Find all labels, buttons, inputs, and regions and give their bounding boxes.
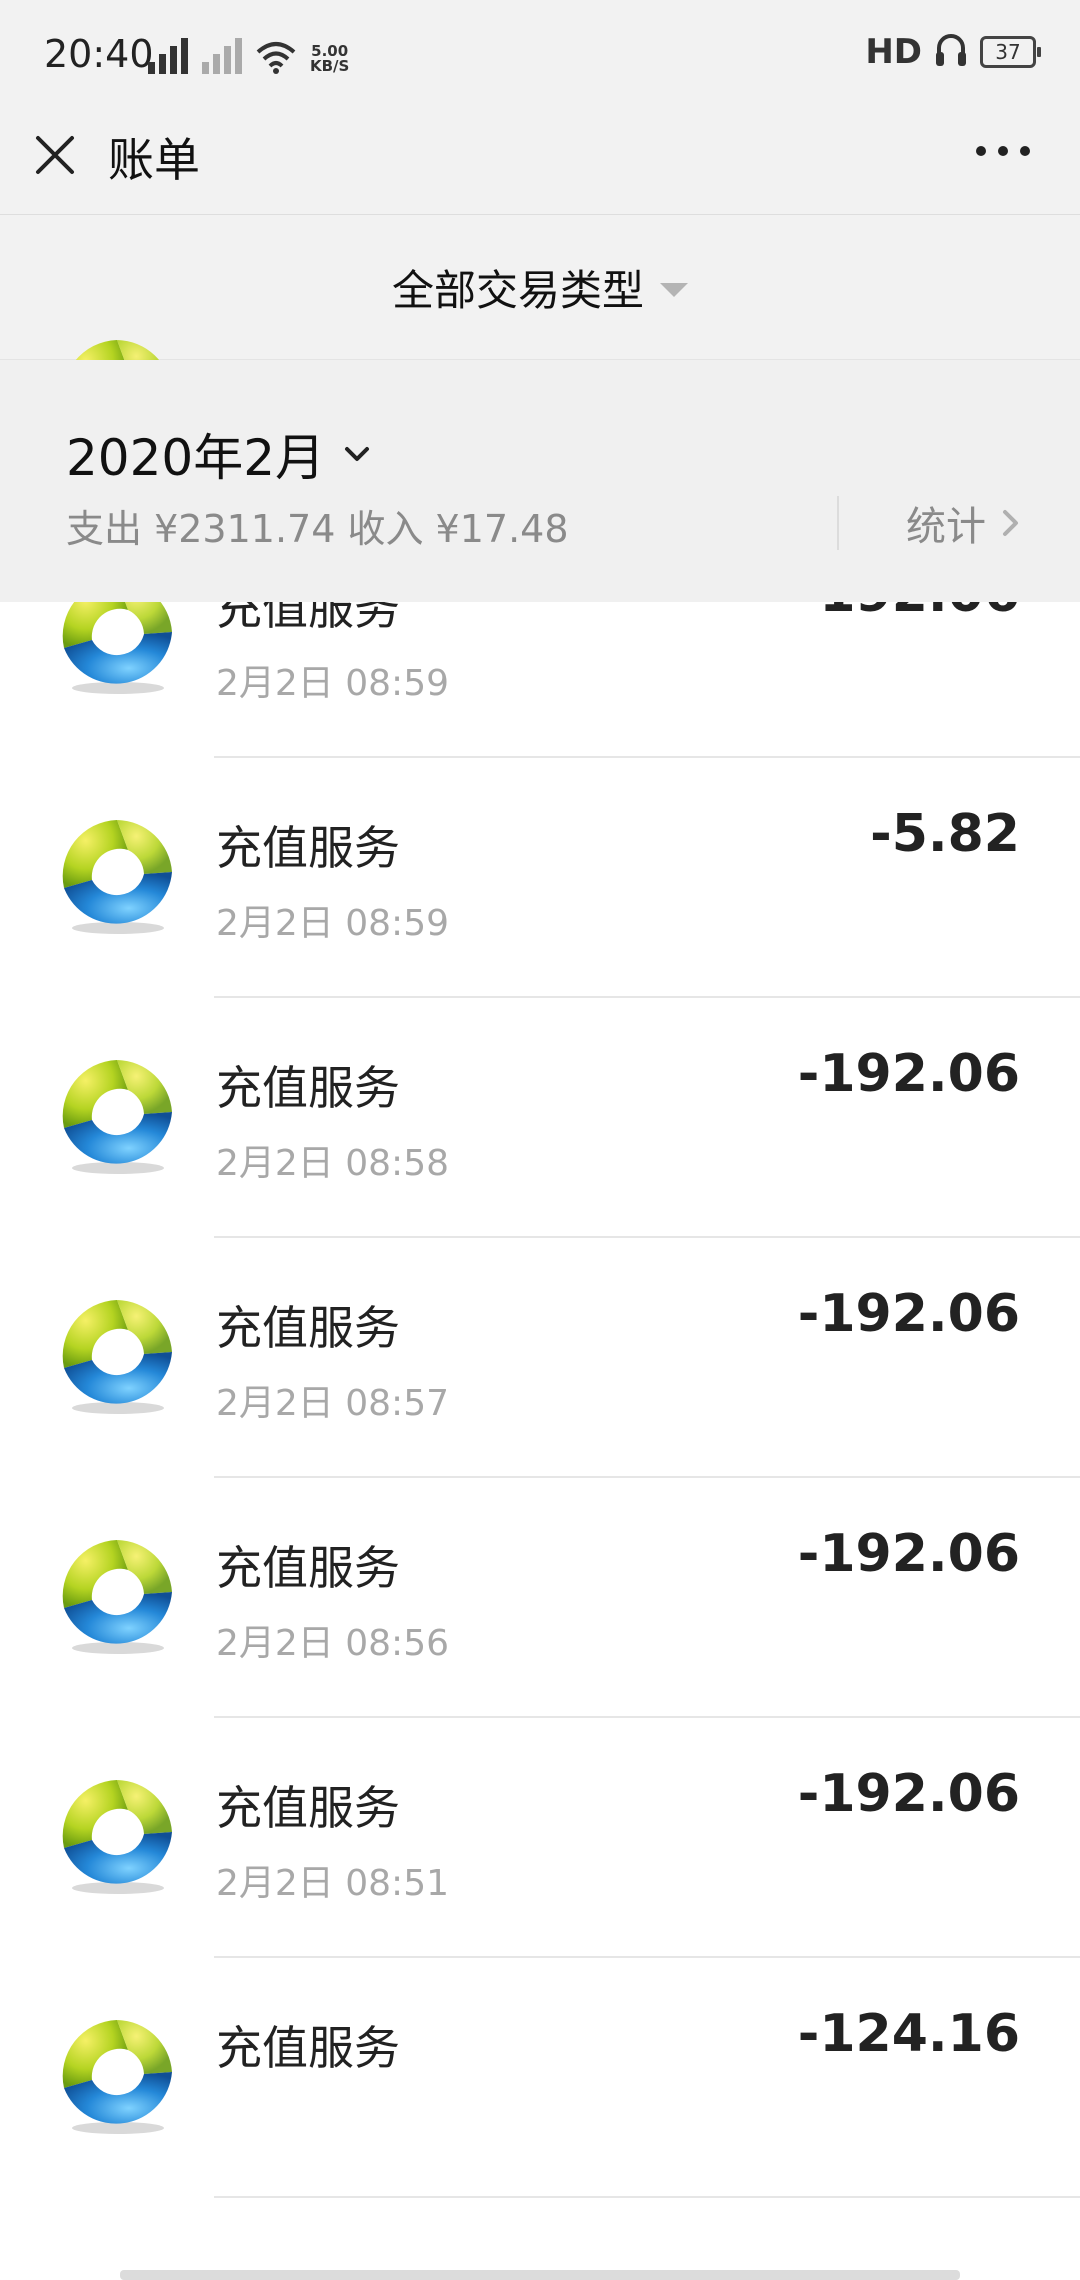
scroll-indicator: [120, 2270, 960, 2280]
transaction-time: 2月2日 08:57: [216, 1383, 449, 1424]
recharge-service-logo-icon: [62, 1540, 172, 1654]
month-summary-panel: 2020年2月 支出 ¥2311.74 收入 ¥17.48 统计: [0, 360, 1080, 602]
transaction-time: 2月2日 08:59: [216, 663, 449, 704]
month-title: 2020年2月: [66, 429, 326, 487]
recharge-service-logo-icon: [62, 1300, 172, 1414]
chevron-right-icon: [1003, 510, 1018, 536]
transaction-row[interactable]: 充值服务 2月2日 08:58 -192.06: [0, 998, 1080, 1238]
transaction-time: 2月2日 08:51: [216, 1863, 449, 1904]
transaction-amount: -192.06: [797, 1044, 1020, 1104]
transaction-time: 2月2日 08:58: [216, 1143, 449, 1184]
transaction-time: 2月2日 08:59: [216, 903, 449, 944]
transaction-name: 充值服务: [216, 821, 400, 875]
transaction-row[interactable]: 充值服务 2月2日 08:57 -192.06: [0, 1238, 1080, 1478]
recharge-service-logo-icon: [62, 820, 172, 934]
transaction-row[interactable]: 充值服务 -124.16: [0, 1958, 1080, 2198]
transaction-amount: -192.06: [797, 1524, 1020, 1584]
month-selector[interactable]: 2020年2月: [66, 418, 371, 490]
divider: [837, 496, 839, 550]
transaction-name: 充值服务: [216, 2021, 400, 2075]
transaction-time: 2月2日 08:56: [216, 1623, 449, 1664]
transaction-name: 充值服务: [216, 1781, 400, 1835]
transaction-amount: -5.82: [870, 804, 1020, 864]
stats-label: 统计: [906, 504, 986, 550]
transaction-row[interactable]: 充值服务 2月2日 08:51 -192.06: [0, 1718, 1080, 1958]
transaction-amount: -124.16: [797, 2004, 1020, 2064]
chevron-down-icon: [345, 447, 370, 461]
month-summary-text: 支出 ¥2311.74 收入 ¥17.48: [66, 507, 569, 551]
transaction-row[interactable]: 充值服务 2月2日 08:56 -192.06: [0, 1478, 1080, 1718]
recharge-service-logo-icon: [62, 1780, 172, 1894]
recharge-service-logo-icon: [62, 2020, 172, 2134]
transaction-name: 充值服务: [216, 1541, 400, 1595]
transaction-name: 充值服务: [216, 1301, 400, 1355]
transaction-name: 充值服务: [216, 1061, 400, 1115]
transaction-list: 2月2日 09:00 充值服务2月2日 08:59-192.06: [0, 0, 1080, 2280]
transaction-amount: -192.06: [797, 1764, 1020, 1824]
transaction-row[interactable]: 充值服务 2月2日 08:59 -5.82: [0, 758, 1080, 998]
stats-link[interactable]: 统计: [906, 494, 1022, 552]
row-divider: [214, 2196, 1080, 2198]
transaction-amount: -192.06: [797, 1284, 1020, 1344]
recharge-service-logo-icon: [62, 1060, 172, 1174]
